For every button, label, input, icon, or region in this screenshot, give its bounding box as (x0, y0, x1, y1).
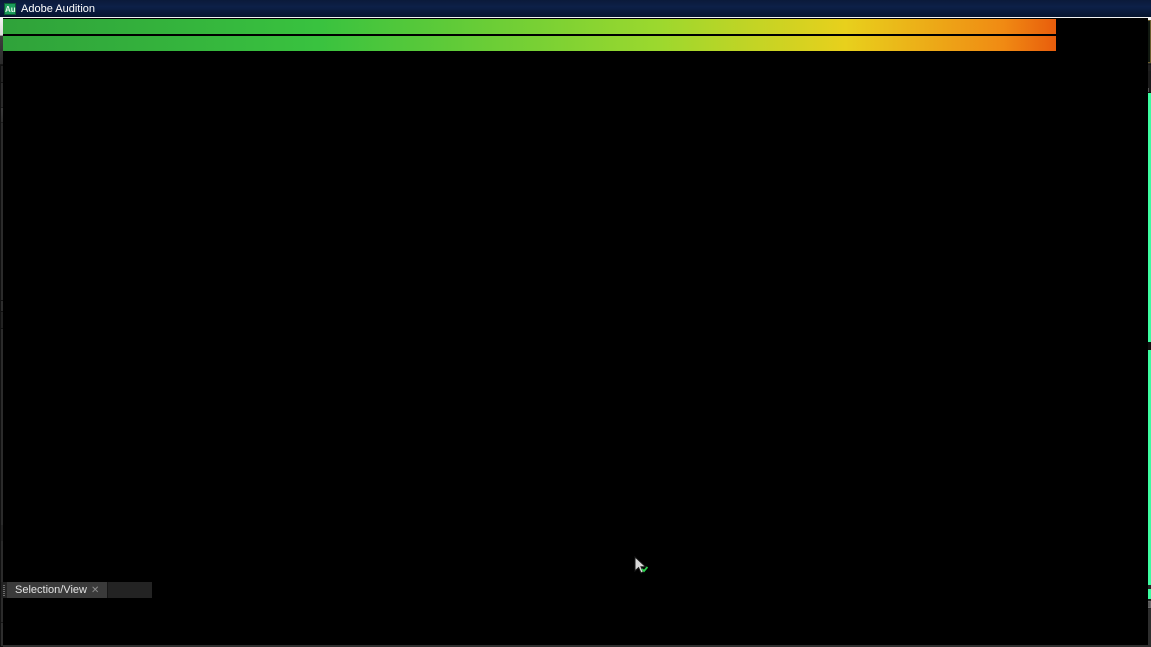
window-title: Adobe Audition (21, 3, 95, 15)
tab-selection-view[interactable]: Selection/View ✕ (7, 582, 108, 598)
window-title-bar: Au Adobe Audition (0, 0, 1151, 17)
levels-panel: Levels ✕ (0, 524, 686, 581)
levels-meter (3, 18, 1148, 645)
levels-meter-right (3, 36, 1056, 51)
close-icon[interactable]: ✕ (91, 585, 99, 596)
selview-tab-row: Selection/View ✕ (1, 582, 152, 598)
levels-meter-left (3, 19, 1056, 34)
adobe-audition-logo-icon: Au (4, 3, 16, 15)
tab-selection-view-label: Selection/View (15, 584, 87, 596)
